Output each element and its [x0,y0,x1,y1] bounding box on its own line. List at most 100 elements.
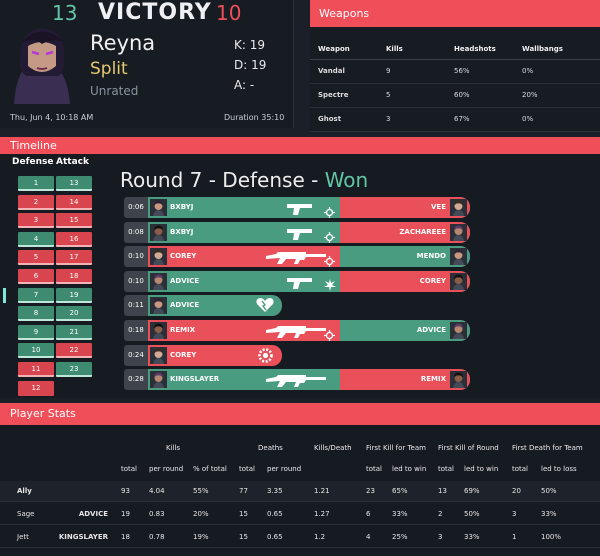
pistol-icon [286,201,314,218]
killer-name[interactable]: ADVICE [170,271,199,292]
stats-agent: Jett [17,533,29,541]
killer-name[interactable]: ADVICE [170,295,199,316]
stats-row[interactable]: Sage ADVICE 19 0.83 20% 15 0.65 1.27 6 33% 2 50% 3 33… [0,504,600,525]
round-button-10[interactable]: 10 [18,343,54,359]
round-button-21[interactable]: 21 [56,324,92,340]
map-name: Split [90,59,128,79]
col-headshots[interactable]: Headshots [446,39,514,60]
weapon-cell: Ghost [310,107,378,132]
stats-cell: 23 [366,487,375,495]
stats-agent: Phoenix [17,550,45,556]
stats-row[interactable]: Jett KINGSLAYER 18 0.78 19% 15 0.65 1.2 4 25% 3 33%… [0,527,600,548]
victim-name[interactable]: COREY [420,271,446,292]
killer-name[interactable]: REMIX [170,320,195,341]
round-button-9[interactable]: 9 [18,324,54,340]
round-button-2[interactable]: 2 [18,194,54,210]
victim-agent-icon [450,371,467,389]
round-button-5[interactable]: 5 [18,250,54,266]
victim-name[interactable]: MENDO [417,246,446,267]
stats-row[interactable]: Ally 93 4.04 55% 77 3.35 1.21 23 65% 13 69% 20 50% [0,481,600,502]
round-button-20[interactable]: 20 [56,306,92,322]
stats-cell: 15 [239,533,248,541]
weapons-table: Weapon Kills Headshots Wallbangs Vandal 9… [310,39,600,132]
round-button-4[interactable]: 4 [18,231,54,247]
kill-event[interactable]: 0:06 BXBYJ VEE [124,197,470,218]
killer-name[interactable]: COREY [170,345,196,366]
kill-event[interactable]: 0:18 REMIX ADVICE [124,320,470,341]
round-button-14[interactable]: 14 [56,194,92,210]
round-button-18[interactable]: 18 [56,269,92,284]
spike-defuse-icon [257,347,274,366]
headshot-crosshair-icon [324,203,335,218]
stats-cell: 19 [121,510,130,518]
kill-event[interactable]: 0:08 BXBYJ ZACHAREEE [124,221,470,243]
stats-cell: 0.83 [149,510,165,518]
headshot-crosshair-icon [324,252,335,268]
victim-name[interactable]: ZACHAREEE [399,222,446,243]
round-button-16[interactable]: 16 [56,231,92,247]
weapon-cell: 0% [514,59,600,84]
kill-event[interactable]: 0:11 ADVICE [124,295,470,317]
killer-agent-icon [150,248,167,266]
kill-time: 0:28 [124,369,148,391]
stats-cell: 100% [541,533,562,541]
player-stats-header: Player Stats [0,403,600,425]
col-weapon[interactable]: Weapon [310,39,378,60]
round-button-6[interactable]: 6 [18,269,54,284]
round-button-11[interactable]: 11 [18,362,54,377]
stats-cell: 4.04 [149,487,165,495]
round-button-23[interactable]: 23 [56,362,92,377]
player-stats-table: Kills Deaths Kills/Death First Kill for Tea… [0,425,600,556]
killer-name[interactable]: COREY [170,246,196,267]
killer-agent-icon [150,297,167,315]
round-button-8[interactable]: 8 [18,306,54,322]
col-wallbangs[interactable]: Wallbangs [514,39,600,60]
weapon-cell: 60% [446,83,514,108]
stats-cell: 55% [193,487,209,495]
kill-bar: BXBYJ VEE [148,197,470,218]
col-kills[interactable]: Kills [378,39,446,60]
victim-agent-icon [450,248,467,266]
stats-player[interactable]: ANGER [81,550,108,556]
match-datetime: Thu, Jun 4, 10:18 AM [10,113,94,122]
stats-cell: 2 [438,510,443,518]
wallbang-icon [324,276,336,292]
victim-name[interactable]: ADVICE [417,320,446,341]
killer-name[interactable]: BXBYJ [170,197,193,218]
victim-agent-icon [450,272,467,290]
round-button-15[interactable]: 15 [56,213,92,229]
round-button-7[interactable]: 7 [18,287,54,303]
stats-subheader: total [121,465,138,473]
round-button-12[interactable]: 12 [18,380,54,396]
round-button-19[interactable]: 19 [56,287,92,303]
round-button-22[interactable]: 22 [56,343,92,359]
stats-subheader: per round [149,465,184,473]
kill-time: 0:24 [124,344,148,366]
stats-group-header: First Death for Team [512,444,583,452]
stats-row[interactable]: Phoenix ANGER [0,550,600,556]
match-duration: Duration 35:10 [224,113,285,122]
victim-agent-icon [450,322,467,339]
stats-player[interactable]: ADVICE [79,504,108,525]
stats-cell: 3 [438,533,443,541]
victim-name[interactable]: REMIX [421,369,446,390]
victim-name[interactable]: VEE [431,197,446,218]
killer-name[interactable]: BXBYJ [170,222,193,243]
round-button-17[interactable]: 17 [56,250,92,266]
kill-event[interactable]: 0:10 COREY MENDO [124,246,470,268]
kill-event[interactable]: 0:24 COREY [124,344,470,366]
weapon-cell: Spectre [310,83,378,108]
round-button-13[interactable]: 13 [56,176,92,191]
round-button-3[interactable]: 3 [18,213,54,229]
kill-bar: BXBYJ ZACHAREEE [148,221,470,243]
round-button-1[interactable]: 1 [18,176,54,191]
kill-event[interactable]: 0:28 KINGSLAYER REMIX [124,369,470,391]
selected-round-marker [3,287,6,303]
pistol-icon [286,275,314,292]
stats-player[interactable]: KINGSLAYER [59,527,108,548]
killer-name[interactable]: KINGSLAYER [170,369,219,390]
weapon-cell: 56% [446,59,514,84]
killer-agent-icon [150,371,167,389]
kill-event[interactable]: 0:10 ADVICE COREY [124,270,470,292]
killer-agent-icon [150,322,167,339]
